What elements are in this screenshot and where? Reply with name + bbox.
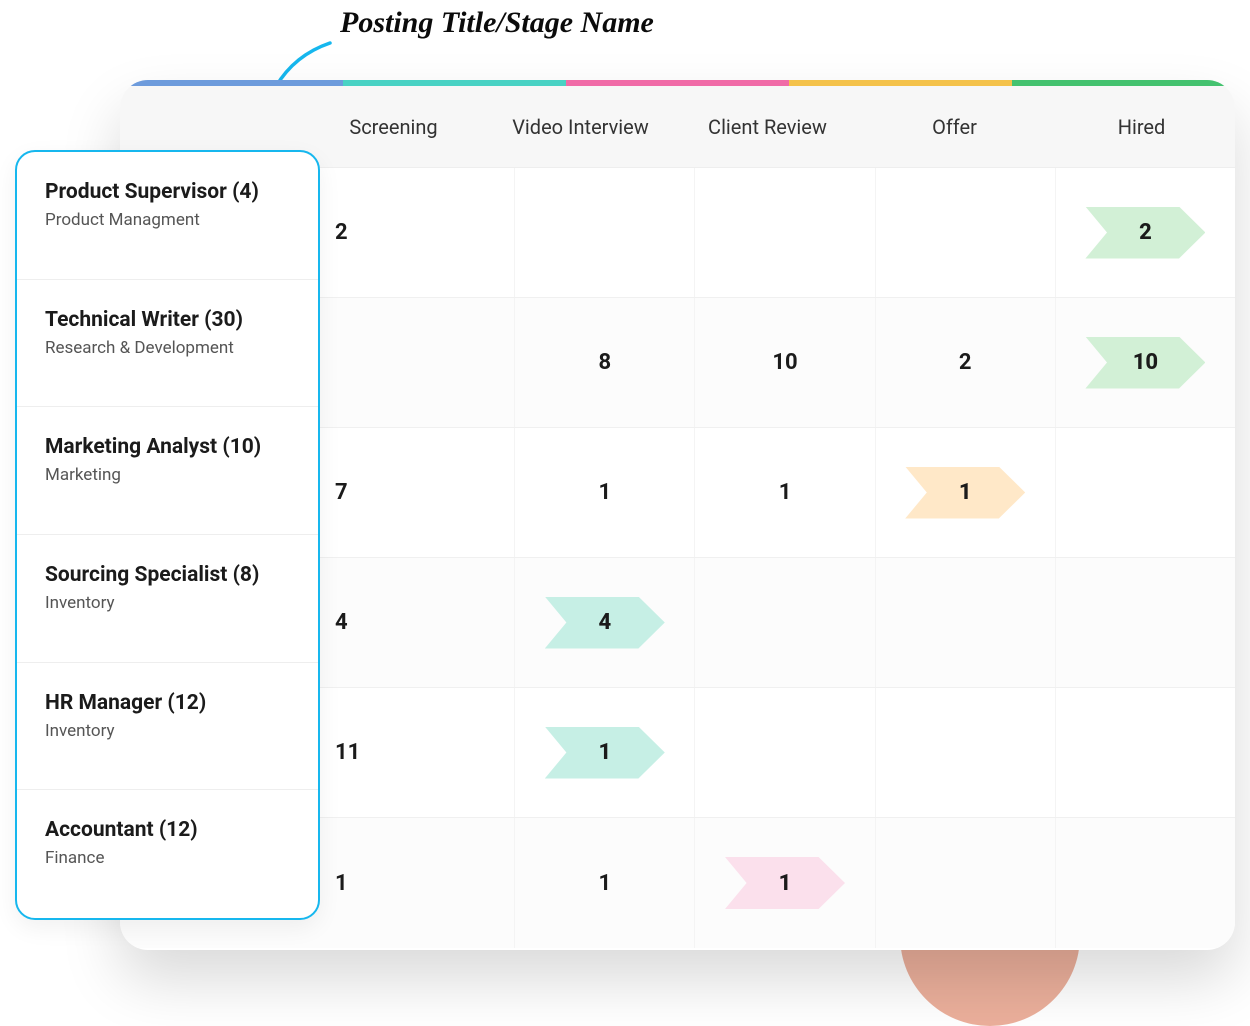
stage-color-segment xyxy=(566,80,789,86)
annotation-label: Posting Title/Stage Name xyxy=(340,6,654,40)
cell-value: 1 xyxy=(959,480,972,505)
pipeline-cell[interactable]: 1 xyxy=(300,818,515,948)
pipeline-cell[interactable] xyxy=(1056,558,1235,687)
stage-chevron[interactable]: 1 xyxy=(725,857,845,909)
pipeline-cell[interactable] xyxy=(876,818,1056,948)
posting-item[interactable]: Technical Writer (30) Research & Developm… xyxy=(17,280,318,408)
stage-header[interactable]: Offer xyxy=(861,115,1048,139)
cell-value: 1 xyxy=(335,871,348,896)
cell-value: 2 xyxy=(1139,220,1152,245)
stage-header[interactable]: Screening xyxy=(300,115,487,139)
pipeline-cell[interactable] xyxy=(1056,688,1235,817)
pipeline-cell[interactable] xyxy=(515,168,695,297)
posting-title: HR Manager (12) xyxy=(45,691,290,715)
pipeline-cell[interactable]: 7 xyxy=(300,428,515,557)
stage-color-segment xyxy=(1012,80,1235,86)
posting-title: Product Supervisor (4) xyxy=(45,180,290,204)
pipeline-cell[interactable] xyxy=(1056,818,1235,948)
cell-value: 1 xyxy=(598,740,611,765)
cell-value: 1 xyxy=(598,480,611,505)
stage-header[interactable]: Client Review xyxy=(674,115,861,139)
posting-item[interactable]: Product Supervisor (4) Product Managment xyxy=(17,152,318,280)
stage-chevron[interactable]: 4 xyxy=(545,597,665,649)
pipeline-cell[interactable] xyxy=(876,168,1056,297)
posting-title: Technical Writer (30) xyxy=(45,308,290,332)
cell-value: 8 xyxy=(598,350,611,375)
cell-value: 10 xyxy=(1133,350,1158,375)
stage-color-segment xyxy=(120,80,343,86)
pipeline-cell[interactable]: 2 xyxy=(1056,168,1235,297)
posting-title: Accountant (12) xyxy=(45,818,290,842)
stage-color-bar xyxy=(120,80,1235,86)
stage-color-segment xyxy=(343,80,566,86)
cell-value: 2 xyxy=(959,350,972,375)
cell-value: 11 xyxy=(335,740,360,765)
posting-department: Inventory xyxy=(45,593,290,613)
stage-chevron[interactable]: 1 xyxy=(905,467,1025,519)
pipeline-cell[interactable] xyxy=(300,298,515,427)
stage-chevron[interactable]: 1 xyxy=(545,727,665,779)
pipeline-cell[interactable]: 11 xyxy=(300,688,515,817)
pipeline-cell[interactable]: 10 xyxy=(695,298,875,427)
posting-item[interactable]: Accountant (12) Finance xyxy=(17,790,318,918)
posting-title: Sourcing Specialist (8) xyxy=(45,563,290,587)
pipeline-cell[interactable] xyxy=(695,168,875,297)
posting-item[interactable]: Marketing Analyst (10) Marketing xyxy=(17,407,318,535)
postings-panel: Product Supervisor (4) Product Managment T… xyxy=(15,150,320,920)
posting-department: Product Managment xyxy=(45,210,290,230)
cell-value: 2 xyxy=(335,220,348,245)
cell-value: 7 xyxy=(335,480,348,505)
posting-item[interactable]: HR Manager (12) Inventory xyxy=(17,663,318,791)
stage-chevron[interactable]: 2 xyxy=(1085,207,1205,259)
posting-title: Marketing Analyst (10) xyxy=(45,435,290,459)
pipeline-cell[interactable]: 2 xyxy=(300,168,515,297)
pipeline-cell[interactable] xyxy=(1056,428,1235,557)
posting-item[interactable]: Sourcing Specialist (8) Inventory xyxy=(17,535,318,663)
stage-color-segment xyxy=(789,80,1012,86)
pipeline-cell[interactable] xyxy=(876,688,1056,817)
pipeline-cell[interactable]: 1 xyxy=(515,688,695,817)
stage-chevron[interactable]: 10 xyxy=(1085,337,1205,389)
cell-value: 4 xyxy=(335,610,348,635)
stage-header[interactable]: Video Interview xyxy=(487,115,674,139)
pipeline-cell[interactable]: 1 xyxy=(515,428,695,557)
cell-value: 1 xyxy=(598,871,611,896)
pipeline-cell[interactable]: 4 xyxy=(300,558,515,687)
posting-department: Inventory xyxy=(45,721,290,741)
pipeline-cell[interactable]: 4 xyxy=(515,558,695,687)
cell-value: 10 xyxy=(772,350,797,375)
stage-header[interactable]: Hired xyxy=(1048,115,1235,139)
posting-department: Marketing xyxy=(45,465,290,485)
pipeline-cell[interactable]: 1 xyxy=(876,428,1056,557)
pipeline-cell[interactable]: 8 xyxy=(515,298,695,427)
cell-value: 1 xyxy=(779,480,792,505)
pipeline-cell[interactable] xyxy=(695,688,875,817)
posting-department: Research & Development xyxy=(45,338,290,358)
pipeline-cell[interactable]: 2 xyxy=(876,298,1056,427)
pipeline-cell[interactable] xyxy=(876,558,1056,687)
pipeline-cell[interactable]: 1 xyxy=(515,818,695,948)
cell-value: 1 xyxy=(779,871,792,896)
pipeline-cell[interactable]: 10 xyxy=(1056,298,1235,427)
pipeline-cell[interactable] xyxy=(695,558,875,687)
posting-department: Finance xyxy=(45,848,290,868)
cell-value: 4 xyxy=(598,610,611,635)
pipeline-cell[interactable]: 1 xyxy=(695,818,875,948)
pipeline-cell[interactable]: 1 xyxy=(695,428,875,557)
